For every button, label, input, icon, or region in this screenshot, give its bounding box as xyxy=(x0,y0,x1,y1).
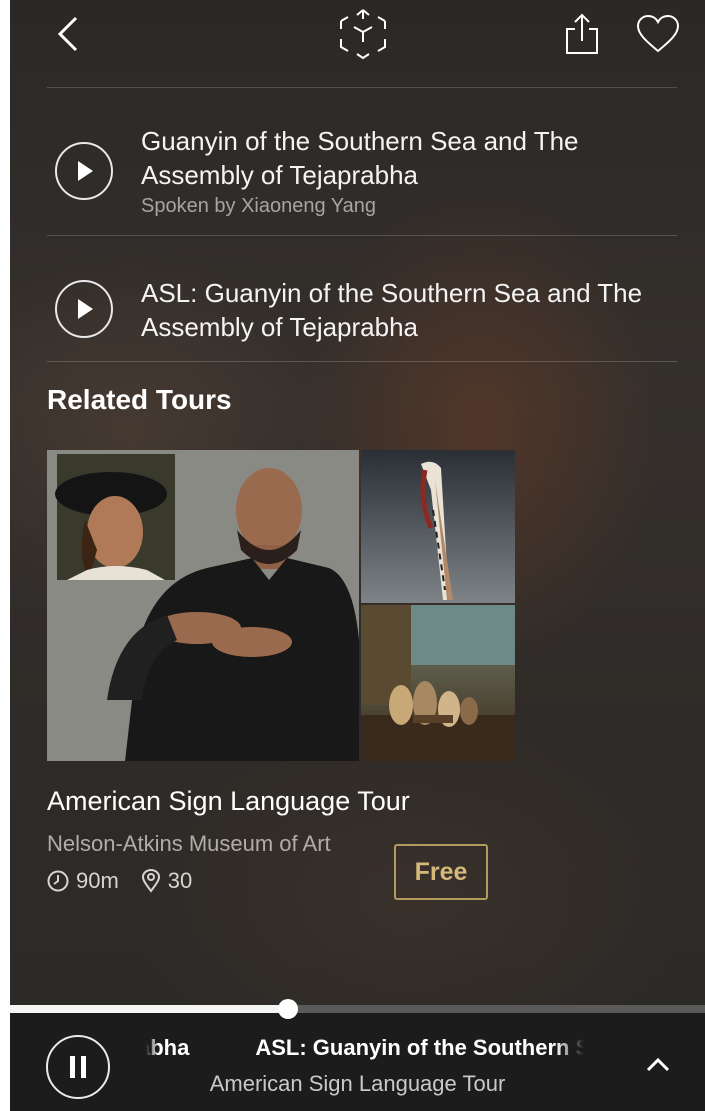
play-button[interactable] xyxy=(55,142,113,200)
now-playing-title: ASL: Guanyin of the Southern Sea and The… xyxy=(255,1035,584,1060)
heart-icon xyxy=(636,15,680,53)
share-button[interactable] xyxy=(560,10,604,58)
interpreter-photo xyxy=(47,450,359,761)
tour-stop-screen: Guanyin of the Southern Sea and The Asse… xyxy=(10,0,705,1111)
museum-name: Nelson-Atkins Museum of Art xyxy=(47,831,331,856)
location-pin-icon xyxy=(141,869,160,893)
track-title: ASL: Guanyin of the Southern Sea and The… xyxy=(141,278,643,342)
track-title: Guanyin of the Southern Sea and The Asse… xyxy=(141,126,579,190)
tour-title[interactable]: American Sign Language Tour xyxy=(47,786,410,817)
play-icon xyxy=(78,161,93,181)
tour-stop-count: 30 xyxy=(167,868,193,893)
progress-fill xyxy=(10,1005,288,1013)
share-icon xyxy=(566,13,598,54)
ar-view-button[interactable] xyxy=(335,6,391,62)
favorite-button[interactable] xyxy=(634,10,682,58)
back-button[interactable] xyxy=(48,12,88,56)
related-tours-heading: Related Tours xyxy=(47,384,232,415)
divider xyxy=(47,361,677,362)
tour-cover-image[interactable] xyxy=(47,450,515,761)
mini-player: abha ASL: Guanyin of the Southern Sea and… xyxy=(10,999,705,1111)
chevron-left-icon xyxy=(57,16,78,52)
tour-duration: 90m xyxy=(76,868,119,893)
now-playing-marquee: abha ASL: Guanyin of the Southern Sea and… xyxy=(146,1035,584,1069)
audio-track-item[interactable]: Guanyin of the Southern Sea and The Asse… xyxy=(47,88,677,235)
play-button[interactable] xyxy=(55,280,113,338)
painting-artwork xyxy=(361,605,515,761)
now-playing-tour: American Sign Language Tour xyxy=(209,1071,506,1096)
progress-bar[interactable] xyxy=(10,999,705,1019)
tour-meta: 90m 30 xyxy=(47,868,204,894)
headdress-artwork xyxy=(361,450,515,603)
clock-icon xyxy=(47,870,69,892)
now-playing-title-tail: abha xyxy=(146,1035,190,1060)
top-bar xyxy=(10,0,705,70)
progress-scrubber[interactable] xyxy=(278,999,298,1019)
expand-player-button[interactable] xyxy=(638,1047,678,1083)
track-narrator: Spoken by Xiaoneng Yang xyxy=(141,195,377,217)
price-badge[interactable]: Free xyxy=(394,844,488,900)
audio-track-item[interactable]: ASL: Guanyin of the Southern Sea and The… xyxy=(47,236,677,361)
ar-cube-icon xyxy=(340,9,386,60)
play-icon xyxy=(78,299,93,319)
chevron-up-icon xyxy=(646,1057,670,1072)
